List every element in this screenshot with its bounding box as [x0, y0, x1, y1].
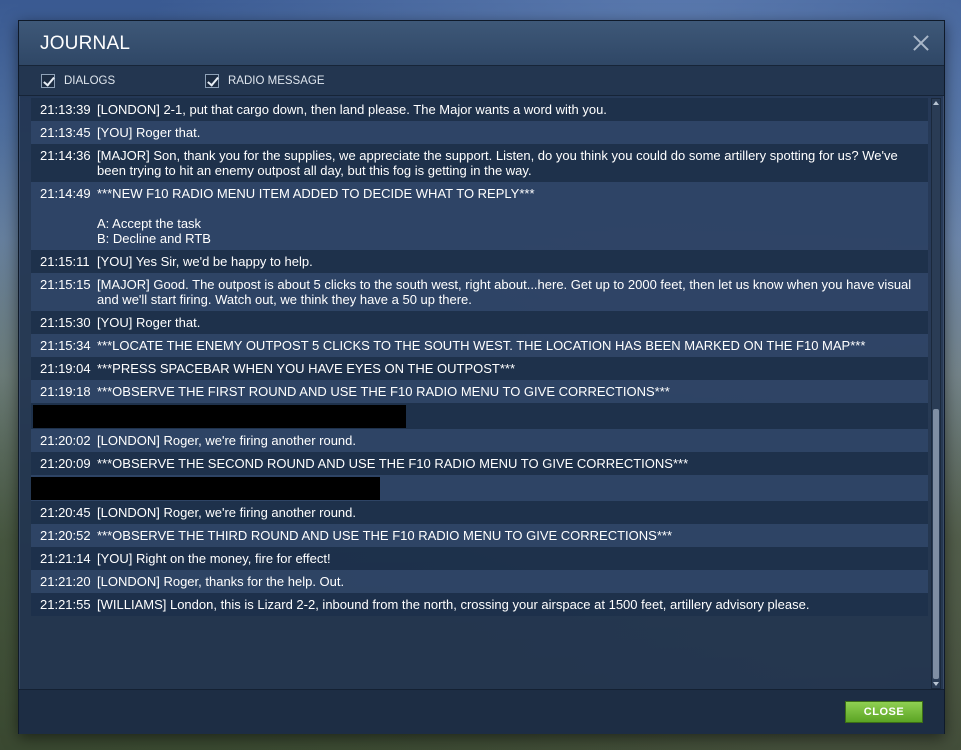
- journal-entry: 21:19:18 ***OBSERVE THE FIRST ROUND AND U…: [31, 380, 928, 403]
- entry-message: ***LOCATE THE ENEMY OUTPOST 5 CLICKS TO …: [97, 338, 866, 353]
- journal-entry: 21:20:52 ***OBSERVE THE THIRD ROUND AND U…: [31, 524, 928, 547]
- entry-message: ***OBSERVE THE THIRD ROUND AND USE THE F…: [97, 528, 673, 543]
- entry-time: 21:15:11: [40, 254, 90, 269]
- journal-window: JOURNAL DIALOGS RADIO MESSAGE 21:13:39 [L…: [18, 20, 945, 734]
- filter-dialogs-label: DIALOGS: [64, 75, 116, 87]
- journal-entry: 21:13:39 [LONDON] 2-1, put that cargo dow…: [31, 98, 928, 121]
- entry-time: 21:14:49: [40, 186, 91, 201]
- redacted-row: [31, 475, 928, 501]
- journal-entry: 21:20:02 [LONDON] Roger, we're firing ano…: [31, 429, 928, 452]
- entry-message: ***OBSERVE THE FIRST ROUND AND USE THE F…: [97, 384, 670, 399]
- journal-entry: 21:14:36 [MAJOR] Son, thank you for the s…: [31, 144, 928, 182]
- entry-time: 21:21:55: [40, 597, 91, 612]
- journal-entry: 21:15:30 [YOU] Roger that.: [31, 311, 928, 334]
- entry-message: ***PRESS SPACEBAR WHEN YOU HAVE EYES ON …: [97, 361, 516, 376]
- entry-message: [LONDON] 2-1, put that cargo down, then …: [97, 102, 607, 117]
- filter-dialogs[interactable]: DIALOGS: [41, 73, 115, 89]
- redaction-bar: [33, 405, 406, 428]
- scrollbar[interactable]: [931, 98, 941, 689]
- entry-time: 21:20:09: [40, 456, 91, 471]
- entry-time: 21:19:04: [40, 361, 91, 376]
- entry-time: 21:15:30: [40, 315, 91, 330]
- scrollbar-thumb[interactable]: [933, 409, 939, 679]
- checkbox-radio-message[interactable]: [205, 74, 219, 88]
- entry-time: 21:21:20: [40, 574, 91, 589]
- journal-entry: 21:20:45 [LONDON] Roger, we're firing ano…: [31, 501, 928, 524]
- entry-time: 21:15:15: [40, 277, 91, 292]
- close-icon[interactable]: [910, 32, 932, 54]
- journal-entry: 21:14:49 ***NEW F10 RADIO MENU ITEM ADDED…: [31, 182, 928, 250]
- entry-time: 21:14:36: [40, 148, 91, 163]
- entry-message: ***OBSERVE THE SECOND ROUND AND USE THE …: [97, 456, 689, 471]
- title-bar: JOURNAL: [19, 21, 944, 66]
- journal-entry: 21:15:34 ***LOCATE THE ENEMY OUTPOST 5 CL…: [31, 334, 928, 357]
- scroll-up-arrow-icon[interactable]: [933, 101, 939, 105]
- scroll-down-arrow-icon[interactable]: [933, 682, 939, 686]
- entry-message: [YOU] Roger that.: [97, 125, 201, 140]
- journal-entry: 21:20:09 ***OBSERVE THE SECOND ROUND AND …: [31, 452, 928, 475]
- entry-time: 21:13:45: [40, 125, 91, 140]
- entry-time: 21:21:14: [40, 551, 91, 566]
- entry-message: [WILLIAMS] London, this is Lizard 2-2, i…: [97, 597, 810, 612]
- entry-message: ***NEW F10 RADIO MENU ITEM ADDED TO DECI…: [97, 186, 535, 246]
- filter-radio-message[interactable]: RADIO MESSAGE: [205, 73, 325, 89]
- entry-time: 21:19:18: [40, 384, 91, 399]
- entry-time: 21:13:39: [40, 102, 91, 117]
- journal-entry: 21:15:11 [YOU] Yes Sir, we'd be happy to …: [31, 250, 928, 273]
- journal-list[interactable]: 21:13:39 [LONDON] 2-1, put that cargo dow…: [31, 98, 928, 688]
- journal-entry: 21:21:55 [WILLIAMS] London, this is Lizar…: [31, 593, 928, 616]
- entry-time: 21:20:52: [40, 528, 91, 543]
- entry-message: [MAJOR] Good. The outpost is about 5 cli…: [97, 277, 912, 307]
- journal-entry: 21:15:15 [MAJOR] Good. The outpost is abo…: [31, 273, 928, 311]
- entry-message: [LONDON] Roger, we're firing another rou…: [97, 433, 356, 448]
- redaction-bar: [31, 477, 380, 500]
- entry-message: [YOU] Yes Sir, we'd be happy to help.: [97, 254, 313, 269]
- entry-time: 21:15:34: [40, 338, 91, 353]
- entry-message: [MAJOR] Son, thank you for the supplies,…: [97, 148, 898, 178]
- filter-radio-message-label: RADIO MESSAGE: [228, 75, 325, 87]
- entry-time: 21:20:02: [40, 433, 91, 448]
- footer: CLOSE: [19, 689, 944, 734]
- journal-entry: 21:21:14 [YOU] Right on the money, fire f…: [31, 547, 928, 570]
- journal-entry: 21:21:20 [LONDON] Roger, thanks for the h…: [31, 570, 928, 593]
- entry-message: [YOU] Roger that.: [97, 315, 201, 330]
- filter-bar: DIALOGS RADIO MESSAGE: [19, 66, 944, 96]
- redacted-row: [31, 403, 928, 429]
- checkbox-dialogs[interactable]: [41, 74, 55, 88]
- journal-entry: 21:19:04 ***PRESS SPACEBAR WHEN YOU HAVE …: [31, 357, 928, 380]
- window-title: JOURNAL: [40, 33, 131, 54]
- journal-entry: 21:13:45 [YOU] Roger that.: [31, 121, 928, 144]
- entry-message: [LONDON] Roger, thanks for the help. Out…: [97, 574, 345, 589]
- entry-message: [LONDON] Roger, we're firing another rou…: [97, 505, 356, 520]
- close-button[interactable]: CLOSE: [845, 701, 923, 723]
- entry-message: [YOU] Right on the money, fire for effec…: [97, 551, 331, 566]
- entry-time: 21:20:45: [40, 505, 91, 520]
